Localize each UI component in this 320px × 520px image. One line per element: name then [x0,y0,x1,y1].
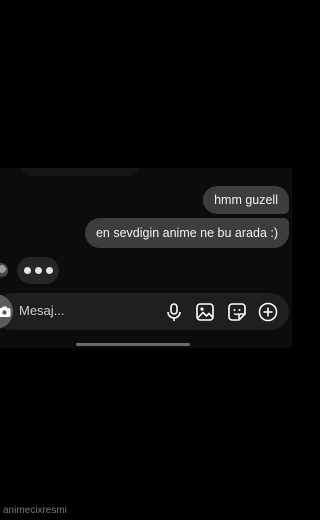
typing-dot [23,267,31,274]
previous-message-edge [22,168,138,176]
camera-icon [0,306,11,317]
typing-dot [34,267,42,274]
typing-dot [45,267,53,274]
sticker-icon[interactable] [226,301,248,323]
chat-window: hmm guzell en sevdigin anime ne bu arada… [0,168,292,348]
gallery-icon[interactable] [194,301,216,323]
plus-icon[interactable] [257,301,279,323]
typing-indicator [17,257,59,284]
sent-message[interactable]: en sevdigin anime ne bu arada :) [84,218,289,248]
contact-avatar[interactable] [0,263,8,278]
home-indicator[interactable] [76,343,190,346]
watermark: animecixresmi [3,505,67,516]
message-text: en sevdigin anime ne bu arada :) [95,226,278,240]
message-input[interactable]: Mesaj... [19,303,65,318]
sent-message[interactable]: hmm guzell [203,186,289,214]
microphone-icon[interactable] [163,301,185,323]
message-text: hmm guzell [214,193,278,207]
